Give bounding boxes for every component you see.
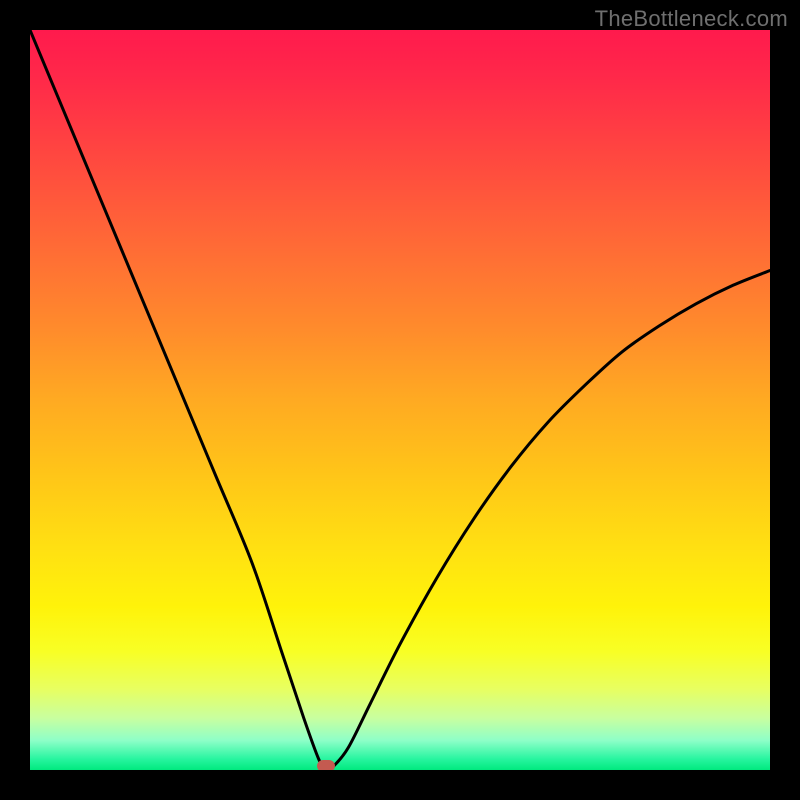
- optimal-point-marker: [317, 760, 335, 770]
- bottleneck-curve: [30, 30, 770, 770]
- watermark-label: TheBottleneck.com: [595, 6, 788, 32]
- chart-frame: TheBottleneck.com: [0, 0, 800, 800]
- plot-area: [30, 30, 770, 770]
